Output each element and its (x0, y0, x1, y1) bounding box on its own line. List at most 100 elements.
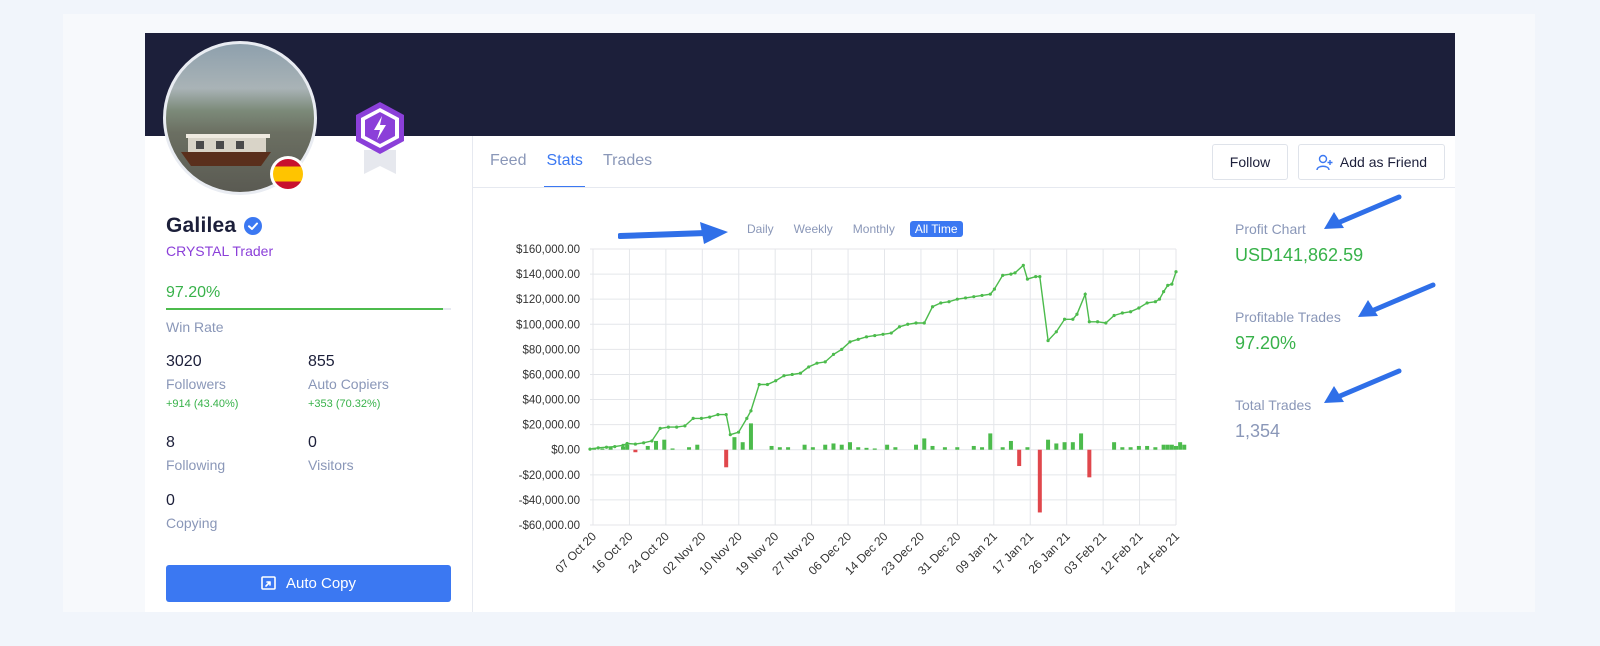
chart-bar (1079, 433, 1084, 450)
chart-point (992, 287, 997, 291)
following-stat[interactable]: 8 Following (166, 434, 225, 473)
tab-stats[interactable]: Stats (544, 136, 586, 188)
following-label: Following (166, 457, 226, 473)
chart-bar (839, 444, 844, 450)
chart-point (1129, 310, 1133, 314)
chart-point (1034, 275, 1038, 279)
tabs-divider (472, 187, 1455, 188)
tab-trades[interactable]: Trades (603, 136, 652, 188)
chart-bar (1062, 442, 1067, 450)
chart-point (749, 409, 753, 413)
chart-point (914, 321, 918, 325)
chart-bar (802, 444, 807, 450)
chart-point (1046, 338, 1050, 343)
chart-point (708, 415, 712, 419)
visitors-value: 0 (308, 434, 317, 451)
chart-bar (955, 447, 960, 450)
tab-feed[interactable]: Feed (490, 136, 526, 188)
chart-bar (971, 445, 976, 450)
chart-point (625, 441, 629, 446)
chart-bar (856, 447, 861, 450)
chart-bar (864, 447, 869, 450)
chart-bar (1087, 449, 1092, 478)
chart-bar (786, 447, 791, 450)
annotation-arrow-icon (1324, 194, 1402, 229)
annotation-arrow-icon (1358, 282, 1436, 317)
chart-point (1025, 277, 1030, 281)
followers-label: Followers (166, 376, 226, 392)
chart-point (798, 371, 803, 375)
auto-copiers-label: Auto Copiers (308, 376, 389, 392)
chart-point (1071, 317, 1075, 321)
chart-bar (1174, 445, 1178, 450)
chart-point (922, 321, 926, 325)
chart-point (650, 439, 654, 443)
chart-bar (930, 445, 935, 450)
chart-bar (769, 445, 774, 450)
chart-point (588, 447, 592, 451)
verified-check-icon (244, 217, 263, 235)
chart-point (972, 295, 976, 299)
chart-point (621, 443, 625, 447)
profile-name-row: Galilea (166, 214, 263, 238)
chart-point (1021, 263, 1025, 267)
chart-bar (1008, 440, 1013, 450)
chart-point (1104, 321, 1108, 325)
chart-point (1120, 311, 1124, 315)
chart-bar (633, 449, 638, 453)
chart-point (790, 372, 794, 377)
chart-bar (893, 447, 898, 450)
chart-point (823, 360, 827, 364)
chart-bar (740, 442, 745, 450)
auto-copiers-stat[interactable]: 855 Auto Copiers +353 (70.32%) (308, 353, 389, 410)
chart-bar (1070, 442, 1075, 450)
period-monthly[interactable]: Monthly (848, 221, 900, 237)
chart-bar (748, 423, 753, 450)
chart-bar (1165, 444, 1170, 450)
chart-y-tick-label: $80,000.00 (522, 344, 580, 356)
add-friend-button[interactable]: Add as Friend (1298, 144, 1445, 180)
chart-bar (988, 433, 993, 450)
period-all-time[interactable]: All Time (909, 221, 963, 237)
copy-icon (261, 576, 276, 590)
spain-flag-icon (270, 156, 306, 192)
auto-copiers-value: 855 (308, 353, 335, 370)
chart-bar (885, 444, 890, 450)
chart-point (1095, 320, 1100, 324)
chart-bar (695, 444, 700, 450)
copying-stat[interactable]: 0 Copying (166, 492, 217, 531)
chart-bar (1161, 444, 1166, 450)
chart-point (1137, 306, 1141, 310)
chart-point (691, 416, 695, 420)
chart-bar (724, 449, 729, 468)
win-rate-label: Win Rate (166, 319, 224, 335)
chart-y-tick-label: -$60,000.00 (519, 520, 580, 532)
chart-bar (942, 447, 947, 450)
chart-point (947, 300, 951, 304)
chart-point (604, 445, 609, 449)
chart-point (807, 365, 811, 369)
chart-bar (1182, 444, 1187, 450)
auto-copy-button[interactable]: Auto Copy (166, 565, 451, 602)
follow-label: Follow (1229, 154, 1271, 170)
chart-point (666, 425, 671, 429)
chart-point (642, 441, 646, 445)
add-friend-label: Add as Friend (1339, 154, 1428, 170)
chart-point (596, 446, 600, 450)
chart-bar (625, 444, 630, 450)
follow-button[interactable]: Follow (1212, 144, 1288, 180)
chart-bar (1037, 449, 1042, 513)
chart-y-tick-label: -$20,000.00 (519, 470, 580, 482)
add-user-icon (1316, 154, 1333, 170)
chart-point (1087, 320, 1091, 324)
chart-point (736, 430, 741, 434)
auto-copy-label: Auto Copy (285, 575, 357, 592)
chart-bar (687, 447, 692, 450)
chart-y-tick-label: $60,000.00 (522, 369, 580, 381)
period-weekly[interactable]: Weekly (789, 221, 838, 237)
followers-value: 3020 (166, 353, 202, 370)
period-daily[interactable]: Daily (742, 221, 779, 237)
followers-stat[interactable]: 3020 Followers +914 (43.40%) (166, 353, 238, 410)
chart-bar (777, 447, 782, 450)
chart-bar (1153, 447, 1158, 450)
